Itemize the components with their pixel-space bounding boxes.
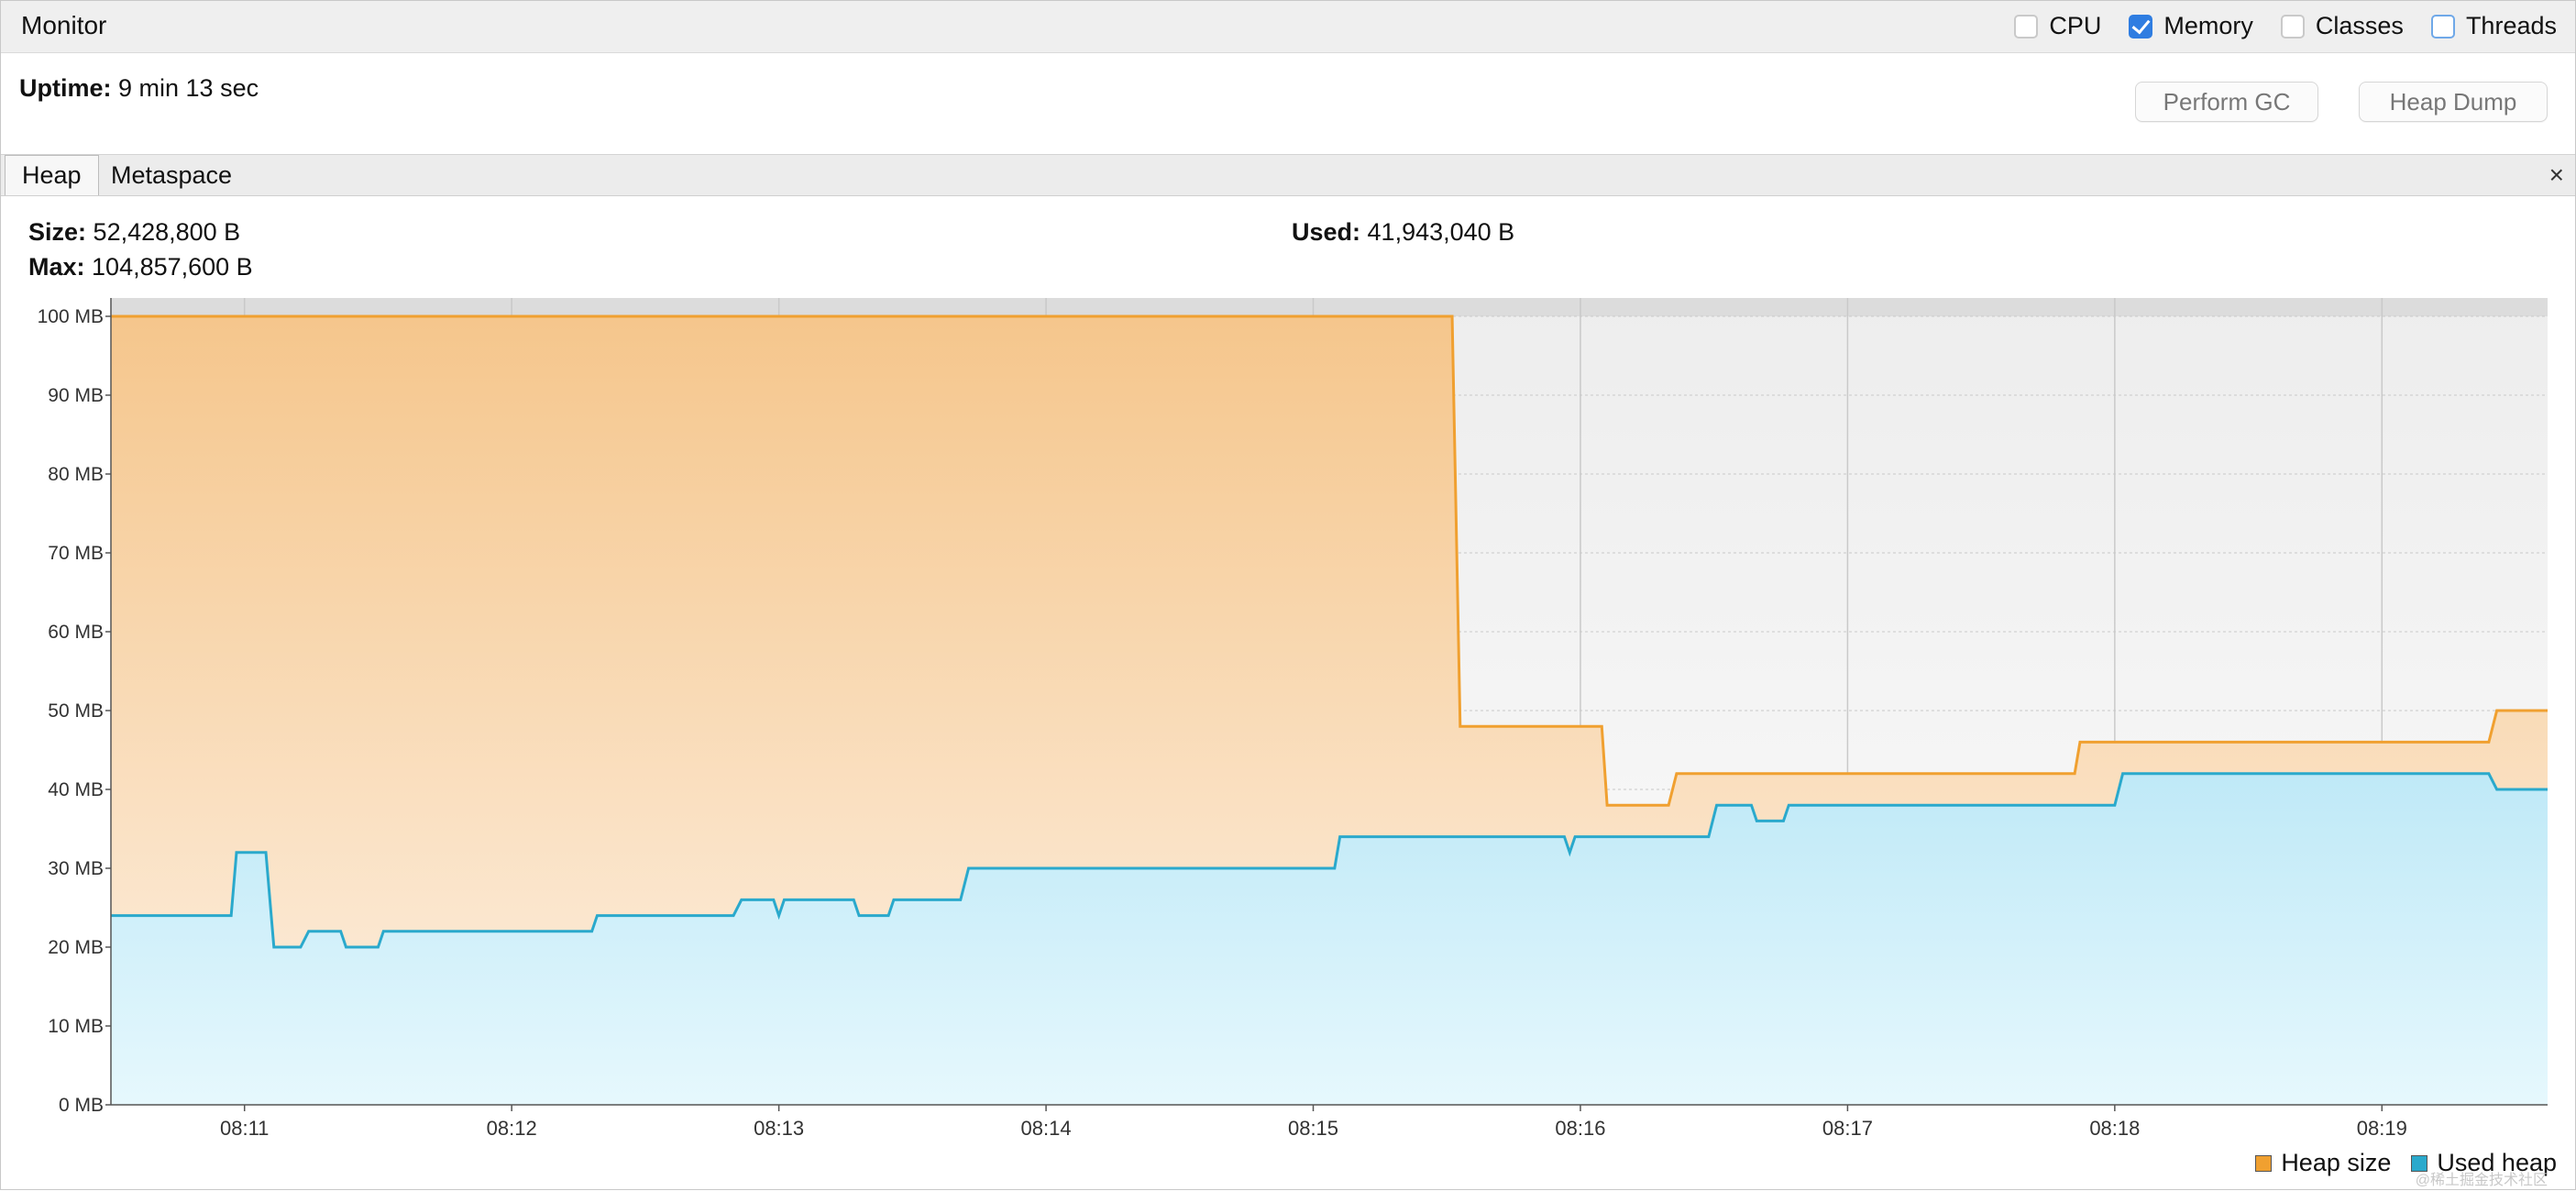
x-tick-label: 08:13 <box>754 1117 804 1140</box>
y-tick-label: 100 MB <box>38 306 104 327</box>
y-tick-label: 20 MB <box>48 937 104 958</box>
y-tick-label: 10 MB <box>48 1016 104 1037</box>
x-tick-label: 08:16 <box>1555 1117 1605 1140</box>
watermark: @稀土掘金技术社区 <box>2415 1173 2548 1188</box>
y-tick-label: 40 MB <box>48 779 104 800</box>
legend-heap-size: Heap size <box>2255 1149 2391 1177</box>
max-heap-band <box>111 298 2548 316</box>
y-tick-label: 50 MB <box>48 700 104 722</box>
y-tick-label: 80 MB <box>48 464 104 485</box>
x-tick-label: 08:18 <box>2089 1117 2140 1140</box>
y-tick-label: 70 MB <box>48 543 104 564</box>
legend-label-heap-size: Heap size <box>2281 1149 2392 1176</box>
x-tick-label: 08:14 <box>1021 1117 1072 1140</box>
x-tick-label: 08:11 <box>220 1117 269 1140</box>
legend-swatch-heap-size <box>2255 1154 2273 1172</box>
y-tick-label: 60 MB <box>48 622 104 643</box>
heap-chart: 0 MB 10 MB 20 MB 30 MB 40 MB 50 MB 60 MB 70 MB 8… <box>38 298 2548 1140</box>
x-tick-label: 08:17 <box>1822 1117 1873 1140</box>
x-tick-label: 08:19 <box>2357 1117 2407 1140</box>
monitor-window: Monitor CPU Memory Classes Threads Uptim… <box>0 0 2576 1190</box>
x-tick-label: 08:12 <box>487 1117 537 1140</box>
x-tick-label: 08:15 <box>1288 1117 1338 1140</box>
y-tick-label: 0 MB <box>59 1095 104 1116</box>
y-tick-label: 30 MB <box>48 858 104 879</box>
y-tick-label: 90 MB <box>48 385 104 406</box>
